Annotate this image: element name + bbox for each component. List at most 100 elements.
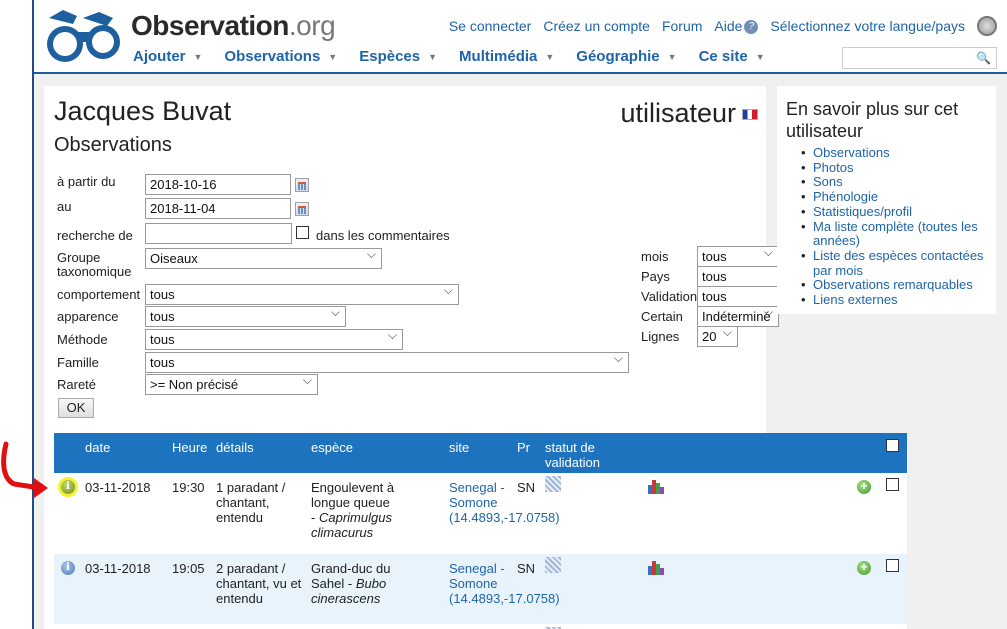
sidebar-item-photos[interactable]: Photos xyxy=(799,160,989,176)
method-select[interactable]: tous xyxy=(145,329,403,350)
table-row: i xyxy=(54,624,907,629)
language-link[interactable]: Sélectionnez votre langue/pays xyxy=(770,18,965,34)
info-icon[interactable]: i xyxy=(61,480,75,494)
nav-especes[interactable]: Espèces ▼ xyxy=(359,48,437,65)
method-label: Méthode xyxy=(57,332,108,347)
nav-label: Ce site xyxy=(698,48,748,65)
chevron-down-icon: ▼ xyxy=(193,52,203,63)
country-select[interactable]: tous xyxy=(697,266,779,287)
table-row: i 03-11-2018 19:05 2 paradant / chantant… xyxy=(54,554,907,624)
stats-chart-icon[interactable] xyxy=(648,480,664,494)
nav-observations[interactable]: Observations ▼ xyxy=(224,48,337,65)
row-hour: 19:30 xyxy=(172,480,205,495)
col-species[interactable]: espèce xyxy=(311,440,353,455)
behaviour-label: comportement xyxy=(57,287,141,302)
col-pr[interactable]: Pr xyxy=(517,440,530,455)
nav-multimedia[interactable]: Multimédia ▼ xyxy=(459,48,554,65)
user-info-sidebar: En savoir plus sur cet utilisateur Obser… xyxy=(777,86,996,314)
row-species[interactable]: Grand-duc du Sahel - Bubo cinerascens xyxy=(311,561,395,606)
behaviour-select[interactable]: tous xyxy=(145,284,459,305)
help-link[interactable]: Aide? xyxy=(714,18,759,35)
row-checkbox[interactable] xyxy=(886,559,899,572)
search-text-label: recherche de xyxy=(57,228,133,243)
sidebar-item-observations[interactable]: Observations xyxy=(799,145,989,161)
search-icon[interactable]: 🔍 xyxy=(976,51,991,65)
col-hour[interactable]: Heure xyxy=(172,440,207,455)
row-site-link[interactable]: Senegal - Somone (14.4893,-17.0758) xyxy=(449,561,560,606)
row-site-link[interactable]: Senegal - Somone (14.4893,-17.0758) xyxy=(449,480,560,525)
taxo-group-label: Groupe taxonomique xyxy=(57,250,132,279)
certain-select[interactable]: Indéterminé xyxy=(697,306,779,327)
ok-button[interactable]: OK xyxy=(58,398,94,418)
validation-label: Validation xyxy=(641,289,698,304)
sidebar-title: En savoir plus sur cet utilisateur xyxy=(786,99,959,141)
results-table: date Heure détails espèce site Pr statut… xyxy=(54,433,907,629)
site-name-main: Observation xyxy=(131,10,289,41)
site-logo-text[interactable]: Observation.org xyxy=(131,10,336,42)
row-date: 03-11-2018 xyxy=(85,561,151,576)
select-all-checkbox[interactable] xyxy=(886,439,899,452)
col-site[interactable]: site xyxy=(449,440,469,455)
globe-icon[interactable] xyxy=(977,16,997,36)
from-date-input[interactable]: 2018-10-16 xyxy=(145,174,291,195)
search-input[interactable] xyxy=(842,47,997,69)
nav-label: Ajouter xyxy=(133,48,186,65)
row-pr: SN xyxy=(517,480,536,495)
nav-label: Multimédia xyxy=(459,48,538,65)
sidebar-item-species-by-month[interactable]: Liste des espèces contactées par mois xyxy=(799,248,989,278)
col-details[interactable]: détails xyxy=(216,440,254,455)
sidebar-item-external-links[interactable]: Liens externes xyxy=(799,292,989,308)
main-nav: Ajouter ▼ Observations ▼ Espèces ▼ Multiméd… xyxy=(133,48,787,65)
comments-label: dans les commentaires xyxy=(316,228,450,243)
appearance-label: apparence xyxy=(57,309,119,324)
family-select[interactable]: tous xyxy=(145,352,629,373)
add-icon[interactable]: + xyxy=(857,561,871,575)
certain-label: Certain xyxy=(641,309,683,324)
nav-ajouter[interactable]: Ajouter ▼ xyxy=(133,48,202,65)
to-date-input[interactable]: 2018-11-04 xyxy=(145,198,291,219)
validation-select[interactable]: tous xyxy=(697,286,779,307)
calendar-icon[interactable] xyxy=(295,178,309,192)
user-role: utilisateur xyxy=(620,98,758,129)
create-account-link[interactable]: Créez un compte xyxy=(543,18,650,34)
sidebar-item-sons[interactable]: Sons xyxy=(799,175,989,190)
sidebar-item-phenologie[interactable]: Phénologie xyxy=(799,189,989,205)
nav-geographie[interactable]: Géographie ▼ xyxy=(576,48,676,65)
add-icon[interactable]: + xyxy=(857,480,871,494)
taxo-group-select[interactable]: Oiseaux xyxy=(145,248,382,269)
chevron-down-icon: ▼ xyxy=(545,52,555,63)
sidebar-item-statistiques[interactable]: Statistiques/profil xyxy=(799,204,989,220)
stats-chart-icon[interactable] xyxy=(648,561,664,575)
sidebar-item-complete-list[interactable]: Ma liste complète (toutes les années) xyxy=(799,219,989,249)
rarity-select[interactable]: >= Non précisé xyxy=(145,374,318,395)
row-details: 2 paradant / chantant, vu et entendu xyxy=(216,561,302,606)
rows-select[interactable]: 20 xyxy=(697,326,738,347)
col-date[interactable]: date xyxy=(85,440,110,455)
nav-label: Espèces xyxy=(359,48,421,65)
appearance-select[interactable]: tous xyxy=(145,306,346,327)
login-link[interactable]: Se connecter xyxy=(449,18,532,34)
table-row: i 03-11-2018 19:30 1 paradant / chantant… xyxy=(54,473,907,554)
forum-link[interactable]: Forum xyxy=(662,18,702,34)
chevron-down-icon: ▼ xyxy=(755,52,765,63)
row-species[interactable]: Engoulevent à longue queue - Caprimulgus… xyxy=(311,480,395,540)
rows-label: Lignes xyxy=(641,329,680,344)
nav-label: Géographie xyxy=(576,48,660,65)
comments-checkbox[interactable] xyxy=(296,226,309,239)
binoculars-logo-icon[interactable] xyxy=(43,6,127,68)
search-text-input[interactable] xyxy=(145,223,292,244)
country-label: Pays xyxy=(641,269,670,284)
calendar-icon[interactable] xyxy=(295,202,309,216)
annotation-arrow-icon xyxy=(1,441,48,498)
info-icon[interactable]: i xyxy=(61,561,75,575)
row-date: 03-11-2018 xyxy=(85,480,151,495)
month-select[interactable]: tous xyxy=(697,246,779,267)
sidebar-item-remarkable[interactable]: Observations remarquables xyxy=(799,278,989,293)
validation-status-icon xyxy=(545,476,561,492)
col-validation-status[interactable]: statut de validation xyxy=(545,440,615,470)
page-left-border xyxy=(32,0,34,629)
nav-ce-site[interactable]: Ce site ▼ xyxy=(699,48,765,65)
family-label: Famille xyxy=(57,355,99,370)
chevron-down-icon: ▼ xyxy=(667,52,677,63)
row-checkbox[interactable] xyxy=(886,478,899,491)
